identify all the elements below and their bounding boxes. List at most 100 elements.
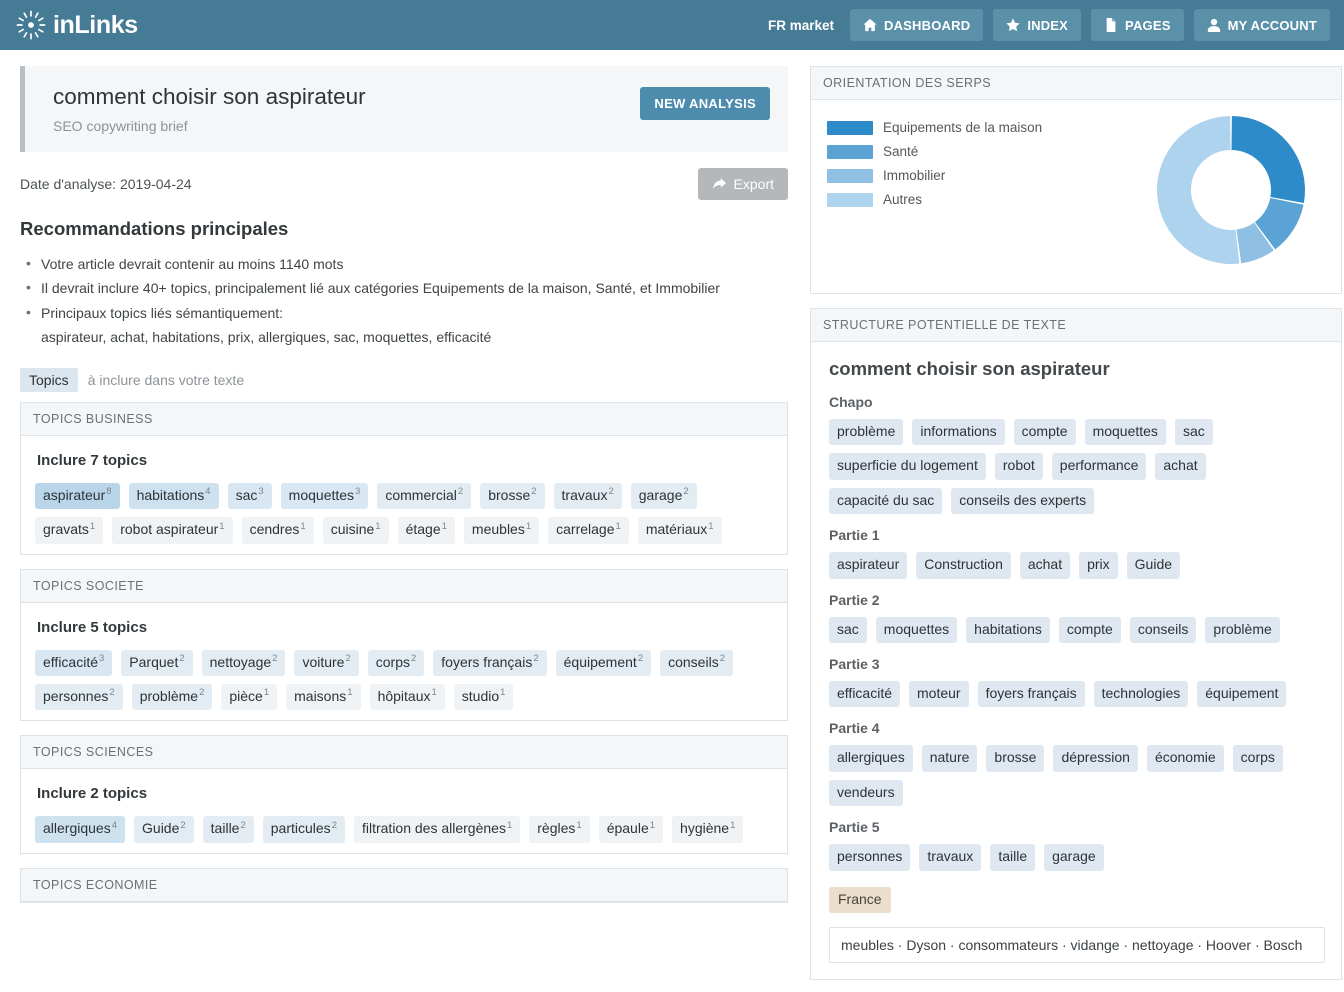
structure-chip[interactable]: vendeurs [829, 779, 903, 807]
topic-chip[interactable]: cendres1 [241, 517, 314, 544]
structure-chip[interactable]: habitations [966, 616, 1050, 643]
structure-chip[interactable]: robot [994, 453, 1043, 480]
structure-chip[interactable]: informations [912, 419, 1005, 446]
structure-chip[interactable]: personnes [829, 844, 911, 871]
structure-chip[interactable]: moteur [909, 680, 969, 708]
structure-chip[interactable]: conseils [1129, 616, 1197, 643]
topic-chip[interactable]: cuisine1 [322, 517, 389, 544]
structure-chip[interactable]: capacité du sac [829, 487, 943, 515]
topic-chip[interactable]: voiture2 [294, 649, 359, 677]
topic-chip[interactable]: taille2 [202, 816, 254, 843]
structure-chip[interactable]: Construction [916, 552, 1011, 579]
nav-dashboard-button[interactable]: DASHBOARD [850, 9, 984, 41]
legend-row[interactable]: Equipements de la maison [827, 120, 1077, 135]
topic-chip[interactable]: carrelage1 [548, 517, 629, 544]
structure-chip[interactable]: problème [1205, 616, 1280, 643]
topic-chip[interactable]: Parquet2 [121, 649, 193, 677]
structure-chip[interactable]: garage [1044, 844, 1104, 871]
topic-chip[interactable]: étage1 [397, 517, 455, 544]
topic-chip-label: particules [270, 820, 331, 837]
structure-chip[interactable]: prix [1079, 552, 1118, 579]
structure-chip[interactable]: superficie du logement [829, 453, 986, 480]
nav-my-account-button[interactable]: MY ACCOUNT [1193, 9, 1330, 41]
topic-chip[interactable]: équipement2 [555, 649, 652, 677]
brief-subtitle: SEO copywriting brief [53, 117, 188, 134]
topic-panel: TOPICS SOCIETE Inclure 5 topics efficacité… [20, 568, 788, 722]
structure-chip[interactable]: nature [921, 745, 978, 772]
structure-chip[interactable]: allergiques [829, 745, 913, 772]
structure-chip[interactable]: dépression [1053, 745, 1138, 772]
topic-chip[interactable]: robot aspirateur1 [112, 517, 233, 544]
legend-row[interactable]: Autres [827, 192, 1077, 207]
topic-chip[interactable]: commercial2 [377, 482, 472, 510]
tab-topics[interactable]: Topics [20, 367, 78, 392]
topic-chip[interactable]: garage2 [630, 482, 697, 510]
structure-chip[interactable]: sac [829, 616, 867, 643]
new-analysis-button[interactable]: NEW ANALYSIS [640, 87, 770, 120]
structure-chip[interactable]: moquettes [875, 616, 958, 643]
topic-chip[interactable]: moquettes3 [280, 482, 369, 510]
structure-chip[interactable]: compte [1058, 616, 1121, 643]
topic-chip[interactable]: personnes2 [35, 684, 123, 711]
topic-chip[interactable]: règles1 [529, 816, 590, 843]
structure-chip[interactable]: foyers français [977, 680, 1085, 708]
structure-chip[interactable]: équipement [1197, 680, 1287, 708]
topic-chip[interactable]: pièce1 [221, 684, 278, 711]
legend-row[interactable]: Santé [827, 144, 1077, 159]
topic-chip[interactable]: sac3 [227, 482, 272, 510]
topic-chip[interactable]: Guide2 [134, 816, 194, 843]
nav-index-button[interactable]: INDEX [993, 9, 1082, 41]
topic-chip[interactable]: aspirateur8 [35, 482, 120, 510]
structure-chip[interactable]: aspirateur [829, 552, 908, 579]
structure-chip[interactable]: sac [1174, 419, 1213, 446]
donut-slice[interactable] [1231, 116, 1305, 203]
topic-chip[interactable]: efficacité3 [35, 649, 113, 677]
topic-chip[interactable]: hygiène1 [672, 816, 744, 843]
topic-chip[interactable]: allergiques4 [35, 816, 126, 843]
structure-chip[interactable]: conseils des experts [951, 487, 1095, 515]
structure-chip[interactable]: brosse [986, 745, 1045, 772]
legend-row[interactable]: Immobilier [827, 168, 1077, 183]
structure-chip[interactable]: économie [1146, 745, 1224, 772]
topic-chip[interactable]: problème2 [131, 684, 213, 711]
topic-chip[interactable]: gravats1 [35, 517, 104, 544]
topic-chip-count: 1 [263, 687, 270, 699]
structure-chip[interactable]: achat [1019, 552, 1071, 579]
topic-chip[interactable]: habitations4 [128, 482, 219, 510]
structure-chip[interactable]: compte [1013, 419, 1076, 446]
serp-orientation-panel: ORIENTATION DES SERPS Equipements de la … [810, 66, 1342, 294]
topic-chip[interactable]: maisons1 [286, 684, 361, 711]
structure-chip[interactable]: moquettes [1084, 419, 1166, 446]
structure-chip[interactable]: taille [990, 844, 1036, 871]
structure-chip[interactable]: Guide [1126, 552, 1181, 579]
topic-chip-count: 3 [258, 486, 264, 498]
nav-pages-button[interactable]: PAGES [1091, 9, 1184, 41]
donut-slice[interactable] [1157, 116, 1240, 264]
entity-chip[interactable]: France [829, 886, 891, 913]
structure-chip[interactable]: problème [829, 419, 904, 446]
structure-chip[interactable]: efficacité [829, 680, 900, 708]
topic-chip[interactable]: nettoyage2 [201, 649, 286, 677]
topic-chip[interactable]: matériaux1 [637, 517, 722, 544]
topic-chip[interactable]: filtration des allergènes1 [353, 816, 521, 843]
topic-chip[interactable]: particules2 [262, 816, 345, 843]
structure-chip[interactable]: performance [1051, 453, 1147, 480]
topic-chip[interactable]: épaule1 [598, 816, 664, 843]
topic-chip[interactable]: corps2 [367, 649, 425, 677]
topic-chip[interactable]: meubles1 [463, 517, 540, 544]
structure-chip[interactable]: corps [1232, 745, 1283, 772]
topic-chip[interactable]: travaux2 [553, 482, 622, 510]
topic-chip[interactable]: hôpitaux1 [369, 684, 445, 711]
topic-chip[interactable]: foyers français2 [433, 649, 547, 677]
brand-logo[interactable]: inLinks [16, 10, 138, 40]
export-button[interactable]: Export [697, 167, 788, 200]
top-navigation-bar: inLinks FR market DASHBOARD INDEX PAGES [0, 0, 1344, 50]
structure-chip[interactable]: travaux [919, 844, 982, 871]
topic-chip[interactable]: brosse2 [480, 482, 545, 510]
topic-chip-count: 2 [272, 653, 278, 664]
topic-chip[interactable]: conseils2 [660, 649, 733, 677]
topic-chip-label: règles [537, 820, 576, 837]
structure-chip[interactable]: technologies [1093, 680, 1189, 708]
topic-chip[interactable]: studio1 [453, 684, 514, 711]
structure-chip[interactable]: achat [1155, 453, 1206, 480]
